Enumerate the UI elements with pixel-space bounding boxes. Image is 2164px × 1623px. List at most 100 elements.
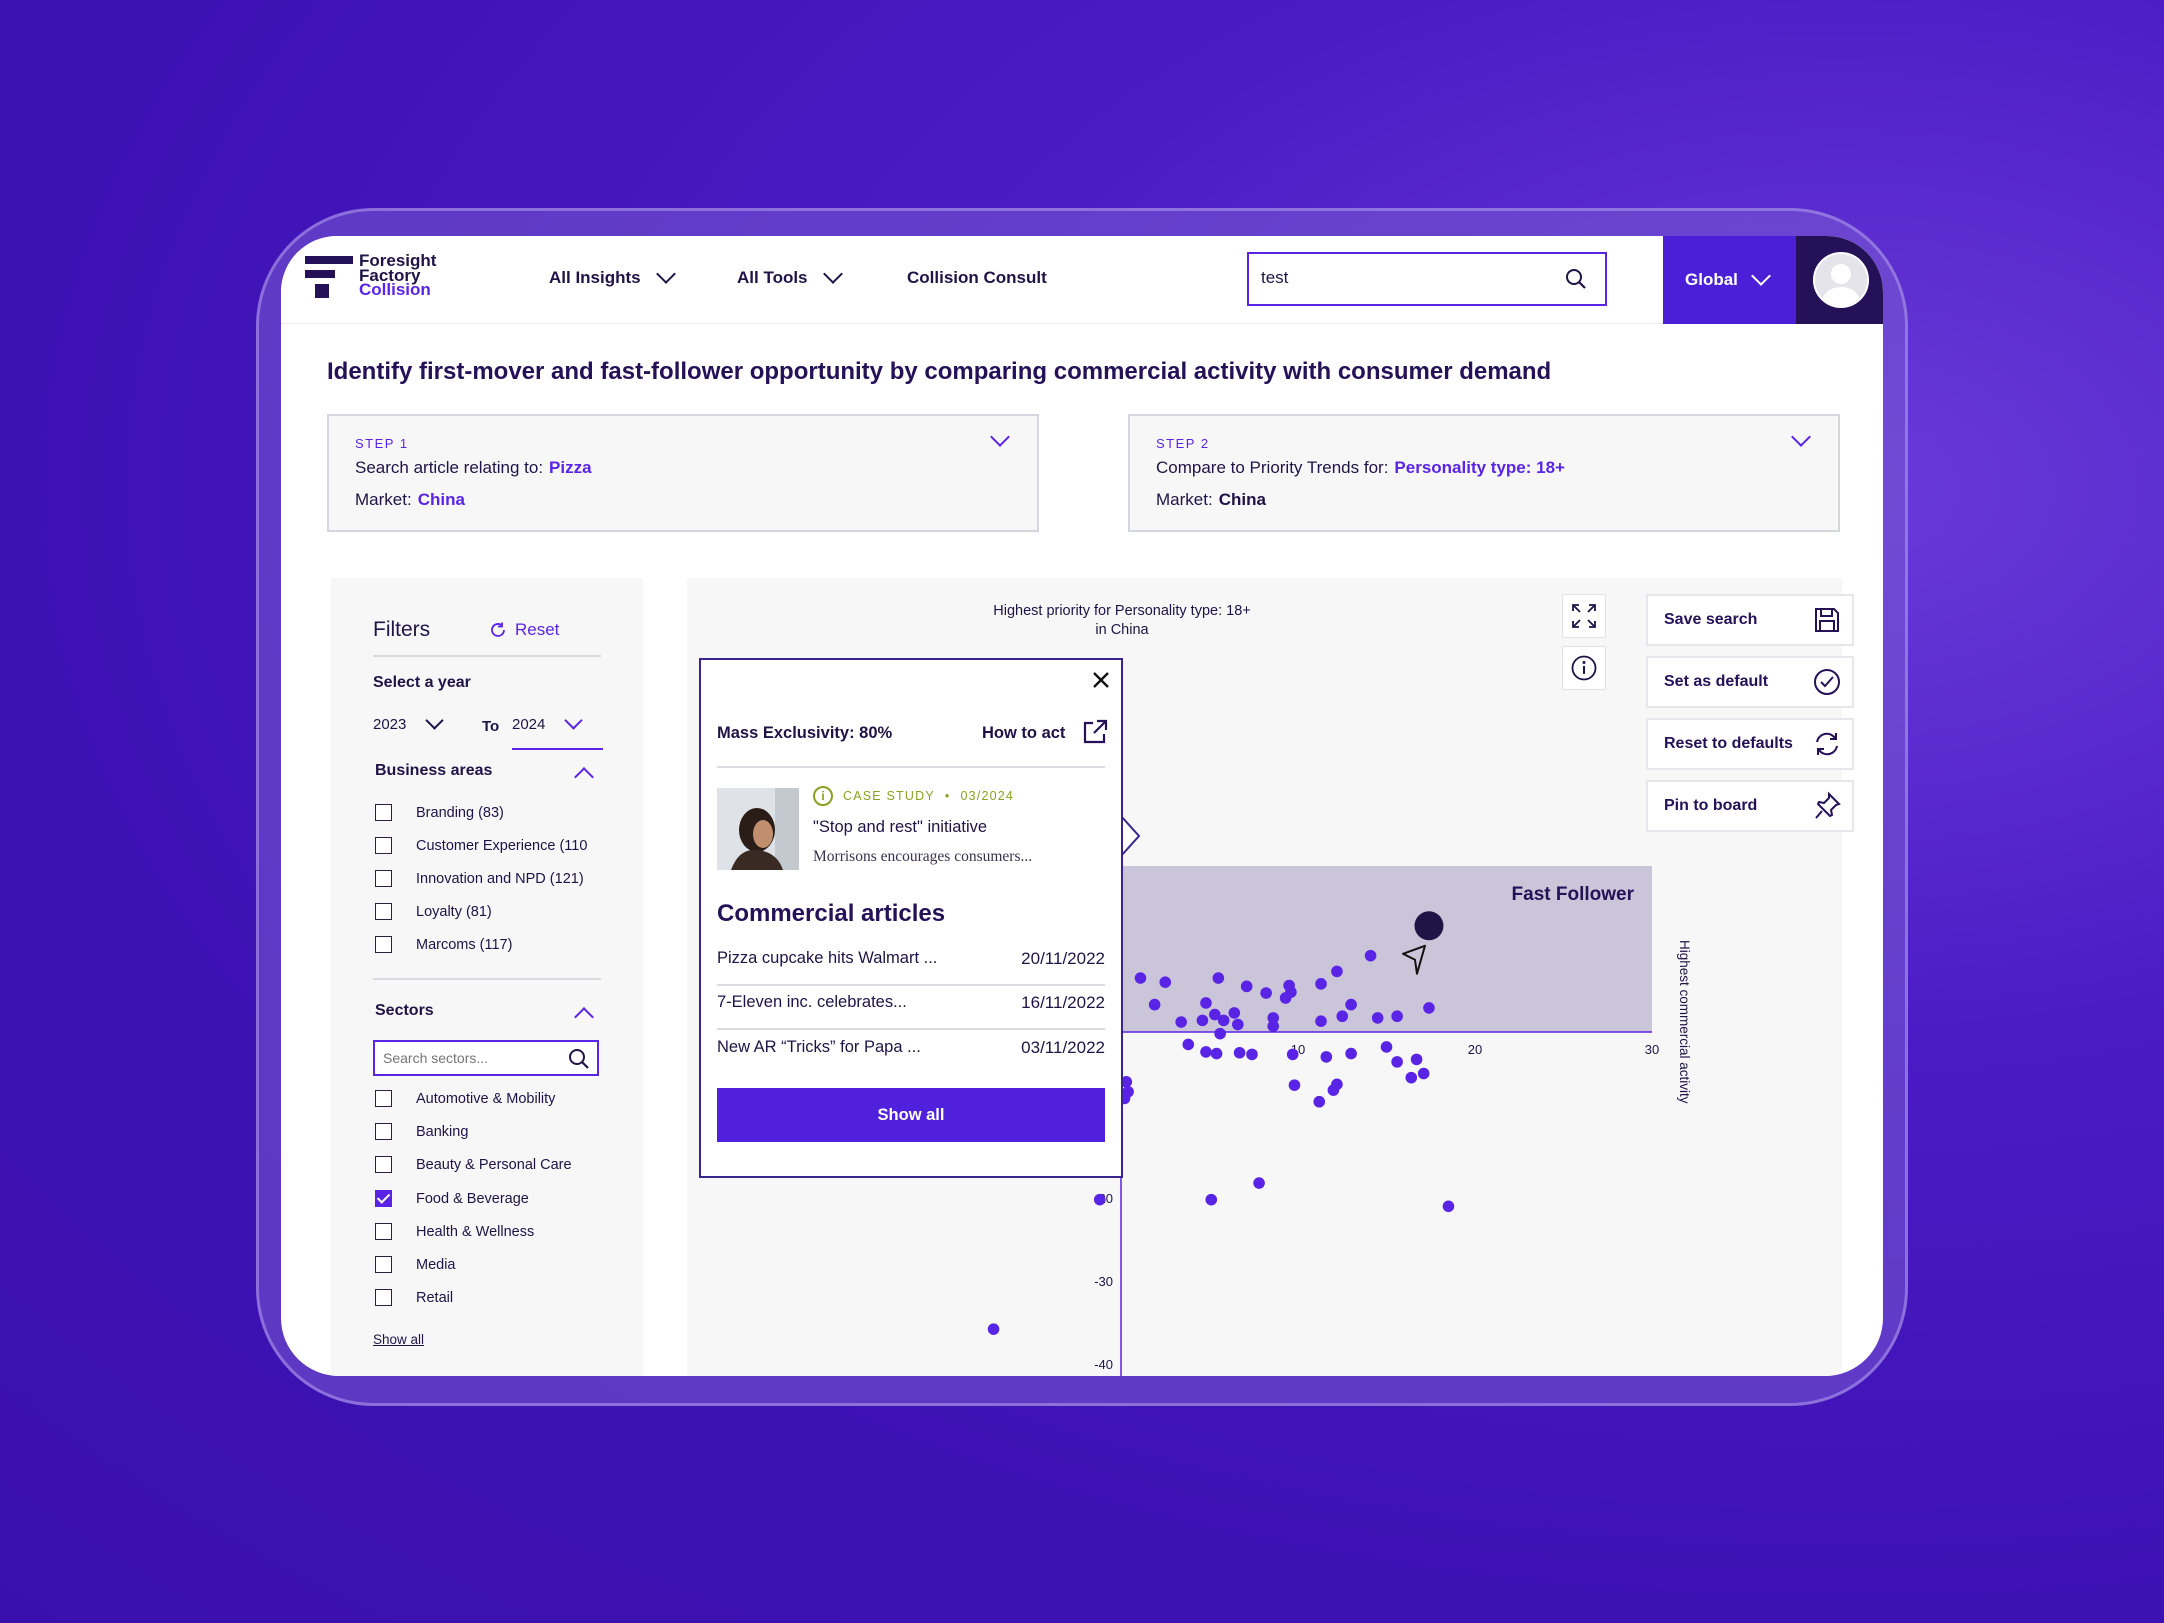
business-area-checkbox[interactable]: Marcoms (117) [375, 936, 512, 953]
nav-all-tools[interactable]: All Tools [737, 264, 843, 288]
how-to-act-link[interactable]: How to act [982, 724, 1065, 743]
business-area-checkbox[interactable]: Loyalty (81) [375, 903, 492, 920]
case-study-meta: i CASE STUDY • 03/2024 [813, 786, 1014, 806]
data-point [1253, 1177, 1265, 1189]
sector-checkbox[interactable]: Food & Beverage [375, 1190, 529, 1207]
nav-all-tools-label: All Tools [737, 268, 808, 287]
checkbox-label: Customer Experience (110 [416, 837, 588, 854]
data-point [1122, 1085, 1134, 1098]
data-point [1200, 1046, 1212, 1058]
data-point [1345, 998, 1357, 1011]
divider [717, 984, 1105, 986]
data-point [1288, 1079, 1301, 1091]
checkbox-box-checked[interactable] [375, 1190, 392, 1207]
year-to-select[interactable]: 2024 [512, 711, 584, 733]
step-1-search-prefix: Search article relating to: [355, 458, 544, 477]
data-point [1279, 992, 1292, 1004]
step-2-compare-prefix: Compare to Priority Trends for: [1156, 458, 1389, 477]
external-link-icon[interactable] [1081, 718, 1109, 746]
checkbox-box[interactable] [375, 1223, 392, 1240]
divider [373, 655, 601, 657]
data-point [1260, 987, 1272, 999]
business-area-checkbox[interactable]: Branding (83) [375, 804, 504, 821]
step-1-market-prefix: Market: [355, 490, 412, 509]
chart-info-button[interactable] [1562, 646, 1606, 690]
x-tick-label: 20 [1468, 1042, 1482, 1057]
case-study-thumbnail[interactable] [717, 788, 799, 870]
pin-to-board-button[interactable]: Pin to board [1646, 780, 1854, 832]
chevron-down-icon [425, 711, 445, 730]
checkbox-box[interactable] [375, 936, 392, 953]
article-row[interactable]: Pizza cupcake hits Walmart ... 20/11/202… [717, 949, 1105, 969]
chevron-down-icon[interactable] [990, 427, 1010, 447]
checkbox-box[interactable] [375, 870, 392, 887]
global-search-input[interactable] [1261, 268, 1551, 288]
checkbox-box[interactable] [375, 837, 392, 854]
business-area-checkbox[interactable]: Innovation and NPD (121) [375, 870, 584, 887]
article-title: Pizza cupcake hits Walmart ... [717, 949, 938, 967]
sector-checkbox[interactable]: Beauty & Personal Care [375, 1156, 572, 1173]
sector-checkbox[interactable]: Media [375, 1256, 456, 1273]
show-all-articles-button[interactable]: Show all [717, 1088, 1105, 1142]
sector-search-input[interactable] [383, 1050, 563, 1066]
checkbox-box[interactable] [375, 1123, 392, 1140]
region-selector[interactable]: Global [1663, 236, 1796, 324]
sector-checkbox[interactable]: Retail [375, 1289, 453, 1306]
step-1-label: STEP 1 [355, 436, 409, 451]
close-icon[interactable] [1089, 668, 1113, 692]
global-search[interactable] [1247, 252, 1607, 306]
pin-to-board-label: Pin to board [1664, 797, 1758, 814]
step-1-market-value: China [417, 490, 465, 509]
checkbox-box[interactable] [375, 903, 392, 920]
case-study-label: CASE STUDY [843, 789, 935, 803]
search-icon[interactable] [1565, 268, 1587, 290]
year-from-select[interactable]: 2023 [373, 711, 445, 733]
nav-all-insights[interactable]: All Insights [549, 264, 676, 288]
x-tick-label: 30 [1645, 1042, 1659, 1057]
brand-logo-icon [305, 256, 353, 298]
step-1-panel[interactable]: STEP 1 Search article relating to: Pizza … [327, 414, 1039, 532]
sectors-show-all-link[interactable]: Show all [373, 1332, 424, 1347]
year-to-label: To [482, 718, 500, 735]
reset-defaults-button[interactable]: Reset to defaults [1646, 718, 1854, 770]
checkbox-box[interactable] [375, 1156, 392, 1173]
chevron-up-icon[interactable] [574, 767, 594, 787]
checkbox-box[interactable] [375, 1289, 392, 1306]
checkbox-box[interactable] [375, 1256, 392, 1273]
checkbox-label: Beauty & Personal Care [416, 1156, 572, 1173]
popup-pointer [1121, 816, 1141, 856]
set-default-button[interactable]: Set as default [1646, 656, 1854, 708]
step-2-panel[interactable]: STEP 2 Compare to Priority Trends for: Pe… [1128, 414, 1840, 532]
nav-collision-consult[interactable]: Collision Consult [907, 268, 1047, 288]
sector-checkbox[interactable]: Automotive & Mobility [375, 1090, 555, 1107]
sector-checkbox[interactable]: Banking [375, 1123, 468, 1140]
case-study-image [717, 788, 799, 870]
user-menu[interactable] [1796, 236, 1883, 324]
business-area-checkbox[interactable]: Customer Experience (110 [375, 837, 587, 854]
chevron-up-icon[interactable] [574, 1007, 594, 1027]
commercial-articles-heading: Commercial articles [717, 900, 946, 927]
chevron-down-icon[interactable] [1791, 427, 1811, 447]
year-to-value: 2024 [512, 716, 546, 733]
filters-reset-button[interactable]: Reset [489, 620, 559, 640]
brand-logo-text[interactable]: Foresight Factory Collision [359, 252, 436, 297]
case-study-title[interactable]: "Stop and rest" initiative [813, 818, 987, 837]
sector-search[interactable] [373, 1040, 599, 1076]
data-point [1205, 1193, 1218, 1206]
step-2-market-prefix: Market: [1156, 490, 1213, 509]
checkbox-box[interactable] [375, 1090, 392, 1107]
save-search-button[interactable]: Save search [1646, 594, 1854, 646]
user-silhouette-icon [1822, 264, 1860, 306]
sector-checkbox[interactable]: Health & Wellness [375, 1223, 534, 1240]
checkbox-box[interactable] [375, 804, 392, 821]
article-date: 20/11/2022 [1021, 949, 1105, 968]
article-row[interactable]: 7-Eleven inc. celebrates... 16/11/2022 [717, 993, 1105, 1013]
y-axis-label: Highest commercial activity [1677, 940, 1692, 1104]
data-point [1315, 1015, 1327, 1028]
expand-chart-button[interactable] [1562, 594, 1606, 638]
chevron-down-icon [564, 711, 584, 730]
article-row[interactable]: New AR “Tricks” for Papa ... 03/11/2022 [717, 1038, 1105, 1058]
search-icon[interactable] [567, 1047, 591, 1071]
avatar[interactable] [1813, 252, 1869, 308]
data-point [1159, 976, 1172, 988]
